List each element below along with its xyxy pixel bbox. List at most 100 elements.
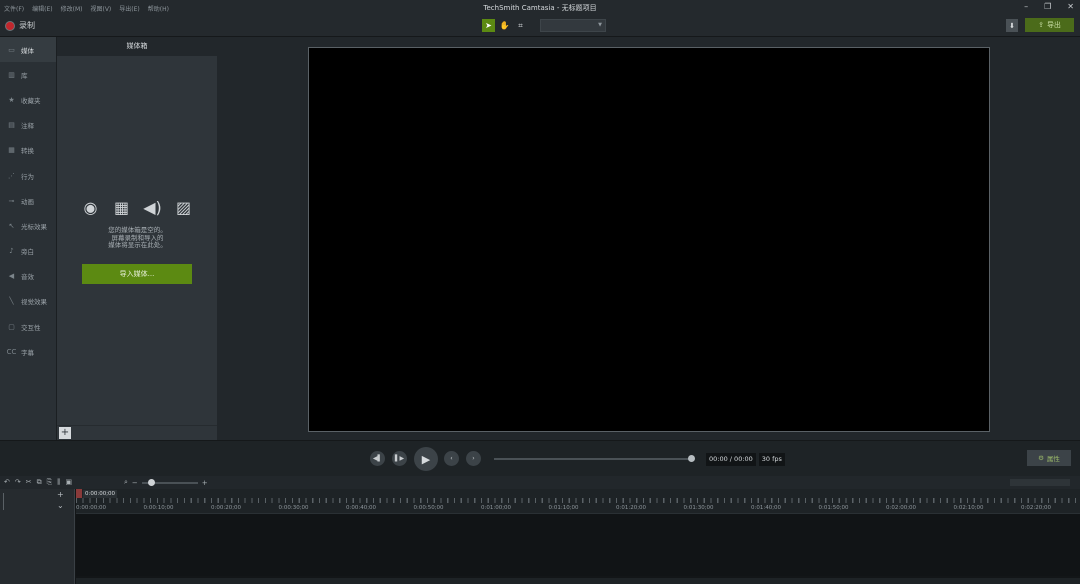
sidebar-item-label: 旁白 — [21, 248, 34, 257]
chevron-right-icon: › — [472, 455, 475, 462]
main-toolbar: 录制 ➤ ✋ ⌗ ▼ ⬇ ⇪ 导出 — [0, 15, 1080, 37]
timeline-scrollbar[interactable] — [76, 578, 1080, 584]
sidebar-item-cursor-effects[interactable]: ↖ 光标效果 — [0, 213, 56, 238]
captions-icon: CC — [6, 347, 17, 356]
minimize-button[interactable]: – — [1024, 2, 1028, 11]
restore-button[interactable]: ❐ — [1044, 2, 1051, 11]
sidebar-item-favorites[interactable]: ★ 收藏夹 — [0, 87, 56, 112]
zoom-out-icon[interactable]: − — [132, 479, 138, 487]
sidebar-item-label: 字幕 — [21, 348, 34, 357]
undo-icon[interactable]: ↶ — [4, 478, 10, 487]
sidebar-item-label: 音效 — [21, 273, 34, 282]
share-icon: ⇪ — [1038, 21, 1044, 29]
library-icon: ▥ — [8, 70, 15, 79]
interactivity-icon: ▢ — [8, 322, 15, 331]
record-label: 录制 — [19, 21, 35, 30]
sidebar-item-narration[interactable]: ♪ 旁白 — [0, 239, 56, 264]
timeline-ruler[interactable]: 0:00:00;00 0:00:00;00 0:00:10;00 0:00:20… — [76, 489, 1080, 514]
ruler-label: 0:01:10;00 — [548, 505, 579, 511]
sidebar-item-audio-effects[interactable]: ◀ 音效 — [0, 264, 56, 289]
sidebar-item-label: 注释 — [21, 122, 34, 131]
step-forward-button[interactable]: ▌▶ — [392, 451, 407, 466]
ruler-label: 0:00:00;00 — [76, 505, 107, 511]
sidebar-item-transitions[interactable]: ▦ 转换 — [0, 138, 56, 163]
search-icon[interactable]: ⌕ — [124, 478, 128, 487]
select-tool-icon[interactable]: ➤ — [482, 19, 495, 32]
step-back-button[interactable]: ◀▌ — [370, 451, 385, 466]
copy-icon[interactable]: ⧉ — [37, 478, 42, 487]
import-media-button[interactable]: 导入媒体... — [82, 264, 192, 284]
snapshot-icon[interactable]: ▣ — [65, 478, 72, 487]
timeline-zoom: ⌕ − + — [124, 478, 208, 487]
step-back-icon: ◀▌ — [372, 455, 383, 462]
visual-effects-icon: ╲ — [9, 297, 14, 306]
empty-message-line: 媒体将显示在此处。 — [108, 241, 167, 249]
paste-icon[interactable]: ⎘ — [47, 478, 53, 487]
ruler-label: 0:02:20;00 — [1021, 505, 1052, 511]
chevron-down-icon[interactable]: ⌄ — [57, 501, 64, 510]
empty-bin-message: 您的媒体箱是空的。 屏幕录制和导入的 媒体将显示在此处。 — [57, 226, 218, 250]
sidebar-item-behaviors[interactable]: ⋰ 行为 — [0, 163, 56, 188]
pan-tool-icon[interactable]: ✋ — [498, 19, 511, 32]
sidebar-item-animations[interactable]: ⊸ 动画 — [0, 188, 56, 213]
timecode-display: 00:00 / 00:00 30 fps — [706, 453, 785, 466]
cut-icon[interactable]: ✂ — [26, 478, 32, 487]
canvas-area — [217, 37, 1080, 440]
timeline-zoom-slider[interactable] — [141, 478, 198, 486]
ruler-ticks — [76, 498, 1080, 503]
sidebar-item-label: 转换 — [21, 147, 34, 156]
ruler-label: 0:00:30;00 — [278, 505, 309, 511]
split-icon[interactable]: ⫼ — [57, 478, 60, 487]
sidebar-item-label: 媒体 — [21, 46, 34, 55]
redo-icon[interactable]: ↷ — [15, 478, 21, 487]
add-media-button[interactable]: + — [59, 427, 71, 439]
fps-readout: 30 fps — [758, 453, 785, 466]
previous-clip-button[interactable]: ‹ — [444, 451, 459, 466]
preview-canvas[interactable] — [308, 47, 990, 432]
track-label — [3, 493, 8, 510]
playback-bar: ◀▌ ▌▶ ▶ ‹ › 00:00 / 00:00 30 fps ⚙ 属性 — [0, 440, 1080, 476]
chevron-down-icon: ▼ — [598, 22, 602, 28]
crop-tool-icon[interactable]: ⌗ — [514, 19, 527, 32]
zoom-in-icon[interactable]: + — [202, 479, 208, 487]
sidebar-item-media[interactable]: ▭ 媒体 — [0, 37, 56, 63]
scrub-handle[interactable] — [688, 455, 695, 462]
window-title: TechSmith Camtasia - 无标题项目 — [483, 4, 597, 12]
record-button[interactable]: 录制 — [5, 20, 35, 31]
cursor-effects-icon: ↖ — [8, 221, 15, 230]
play-button[interactable]: ▶ — [414, 447, 438, 471]
record-icon — [5, 20, 15, 31]
annotation-icon: ▤ — [8, 121, 15, 130]
timeline-toolbar: ↶ ↷ ✂ ⧉ ⎘ ⫼ ▣ ⌕ − + — [0, 476, 1080, 489]
zoom-slider-handle[interactable] — [147, 478, 155, 486]
sidebar-item-visual-effects[interactable]: ╲ 视觉效果 — [0, 289, 56, 314]
animation-icon: ⊸ — [8, 196, 15, 205]
scrub-bar[interactable] — [494, 458, 692, 460]
next-clip-button[interactable]: › — [466, 451, 481, 466]
sidebar-item-library[interactable]: ▥ 库 — [0, 62, 56, 87]
sidebar-item-annotations[interactable]: ▤ 注释 — [0, 113, 56, 138]
sidebar-item-label: 动画 — [21, 197, 34, 206]
media-type-icons: ◉ ▦ ◀) ▨ — [81, 199, 193, 217]
close-button[interactable]: ✕ — [1067, 2, 1074, 11]
sidebar-item-captions[interactable]: CC 字幕 — [0, 339, 56, 364]
ruler-label: 0:01:40;00 — [751, 505, 782, 511]
media-bin-title: 媒体箱 — [57, 37, 217, 56]
download-icon: ⬇ — [1009, 21, 1015, 30]
playhead-icon[interactable] — [76, 489, 82, 498]
zoom-dropdown[interactable]: ▼ — [540, 19, 606, 32]
download-button[interactable]: ⬇ — [1006, 19, 1018, 32]
ruler-label: 0:01:30;00 — [683, 505, 714, 511]
sidebar-item-label: 视觉效果 — [21, 298, 47, 307]
ruler-label: 0:01:50;00 — [818, 505, 849, 511]
record-circle-icon: ◉ — [83, 198, 98, 217]
gear-icon: ⚙ — [1038, 454, 1044, 462]
export-button[interactable]: ⇪ 导出 — [1025, 18, 1074, 32]
timeline-overview-bar[interactable] — [1010, 479, 1070, 486]
properties-button[interactable]: ⚙ 属性 — [1027, 450, 1071, 466]
sidebar-item-label: 光标效果 — [21, 222, 47, 231]
add-track-icon[interactable]: + — [57, 490, 64, 499]
track-area[interactable] — [76, 514, 1080, 576]
sidebar-item-interactivity[interactable]: ▢ 交互性 — [0, 314, 56, 339]
film-icon: ▦ — [113, 198, 130, 217]
